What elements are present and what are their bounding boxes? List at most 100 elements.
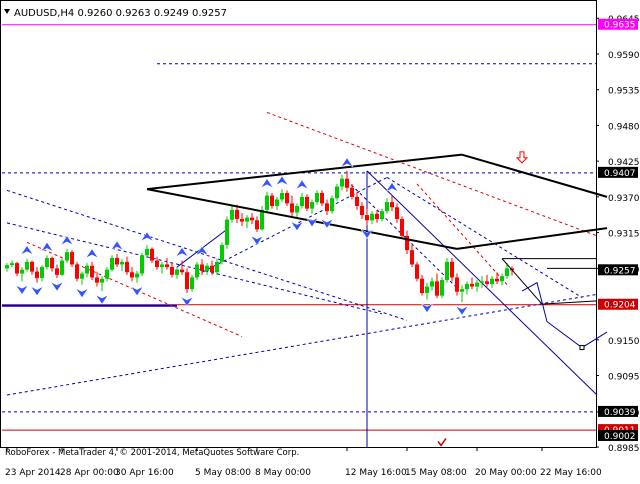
candle-body — [255, 220, 259, 230]
candle-body — [320, 192, 324, 204]
candle-body — [240, 218, 244, 222]
candle-body — [135, 273, 139, 278]
candle-body — [105, 269, 109, 279]
candle-body — [80, 273, 84, 279]
candle-body — [230, 209, 234, 220]
candle-body — [310, 202, 314, 209]
candle-body — [330, 198, 334, 212]
candle-body — [55, 268, 59, 275]
candle-body — [170, 267, 174, 275]
candle-body — [325, 203, 329, 212]
candle-body — [350, 187, 354, 197]
candle-body — [470, 283, 474, 287]
candle-body — [465, 283, 469, 290]
candle-body — [395, 207, 399, 219]
candle-body — [120, 261, 124, 265]
candle-body — [235, 209, 239, 219]
candle-body — [385, 202, 389, 212]
x-tick-label: 22 May 16:00 — [540, 468, 602, 478]
candle-body — [180, 269, 184, 273]
y-tick-label: 0.9590 — [608, 51, 640, 61]
candle-body — [415, 264, 419, 279]
candle-body — [25, 261, 29, 270]
y-tick-label: 0.9480 — [608, 122, 640, 132]
x-tick-label: 12 May 16:00 — [345, 468, 407, 478]
price-label: 0.9039 — [604, 408, 636, 418]
symbol-info: AUDUSD,H4 0.9260 0.9263 0.9249 0.9257 — [14, 8, 227, 19]
candle-body — [290, 203, 294, 213]
y-tick-label: 0.9535 — [608, 87, 640, 97]
candle-body — [275, 199, 279, 206]
y-tick-label: 0.9095 — [608, 373, 640, 383]
x-tick-label: 28 Apr 00:00 — [60, 468, 119, 478]
candle-body — [300, 196, 304, 206]
candle-body — [130, 272, 134, 278]
x-tick-label: 20 May 00:00 — [475, 468, 537, 478]
candle-body — [270, 195, 274, 206]
y-tick-label: 0.9425 — [608, 158, 640, 168]
candle-body — [335, 186, 339, 199]
x-tick-label: 5 May 08:00 — [195, 468, 251, 478]
price-label: 0.9407 — [604, 169, 636, 179]
candle-body — [420, 278, 424, 294]
candle-body — [355, 196, 359, 206]
candle-body — [45, 257, 49, 268]
candle-body — [390, 202, 394, 208]
candle-body — [125, 261, 129, 273]
candle-body — [220, 244, 224, 262]
candle-body — [475, 282, 479, 287]
candle-body — [450, 261, 454, 278]
candle-body — [140, 255, 144, 274]
candle-body — [15, 263, 19, 274]
candle-body — [305, 196, 309, 209]
candle-body — [110, 257, 114, 270]
candle-body — [425, 286, 429, 294]
candle-body — [400, 218, 404, 236]
candle-body — [40, 267, 44, 279]
candle-body — [265, 195, 269, 210]
candle-body — [150, 248, 154, 261]
candle-body — [50, 257, 54, 269]
candle-body — [10, 263, 14, 266]
candle-body — [295, 205, 299, 213]
price-label: 0.9204 — [604, 301, 636, 311]
chart-window: 0.96450.95900.95350.94800.94250.93700.93… — [0, 0, 640, 480]
candle-body — [460, 289, 464, 292]
x-tick-label: 23 Apr 2014 — [5, 468, 61, 478]
candle-body — [505, 268, 509, 277]
candle-body — [365, 215, 369, 221]
candle-body — [145, 248, 149, 256]
candle-body — [375, 213, 379, 219]
candle-body — [380, 211, 384, 219]
candle-body — [490, 278, 494, 284]
candle-body — [185, 272, 189, 290]
candle-body — [200, 264, 204, 271]
y-tick-label: 0.8985 — [608, 444, 640, 454]
candle-body — [260, 209, 264, 230]
candle-body — [210, 265, 214, 273]
copyright-footer: RoboForex - MetaTrader 4, © 2001-2014, M… — [5, 448, 299, 458]
candle-body — [65, 252, 69, 261]
candle-body — [455, 277, 459, 292]
candle-body — [5, 265, 9, 269]
candle-body — [90, 265, 94, 278]
candle-body — [215, 261, 219, 273]
candle-body — [30, 261, 34, 272]
x-tick-label: 8 May 00:00 — [255, 468, 311, 478]
candle-body — [175, 269, 179, 275]
y-tick-label: 0.9370 — [608, 194, 640, 204]
candle-body — [435, 281, 439, 296]
price-label: 0.9635 — [604, 21, 636, 31]
price-chart[interactable]: 0.96450.95900.95350.94800.94250.93700.93… — [0, 0, 640, 480]
y-tick-label: 0.9315 — [608, 230, 640, 240]
x-tick-label: 15 May 08:00 — [405, 468, 467, 478]
candle-body — [205, 265, 209, 271]
candle-body — [95, 277, 99, 283]
forecast-point — [579, 345, 585, 351]
candle-body — [315, 192, 319, 203]
candle-body — [225, 219, 229, 245]
candle-body — [195, 264, 199, 278]
candle-body — [370, 213, 374, 221]
price-label: 0.9257 — [604, 266, 636, 276]
candle-body — [60, 260, 64, 275]
